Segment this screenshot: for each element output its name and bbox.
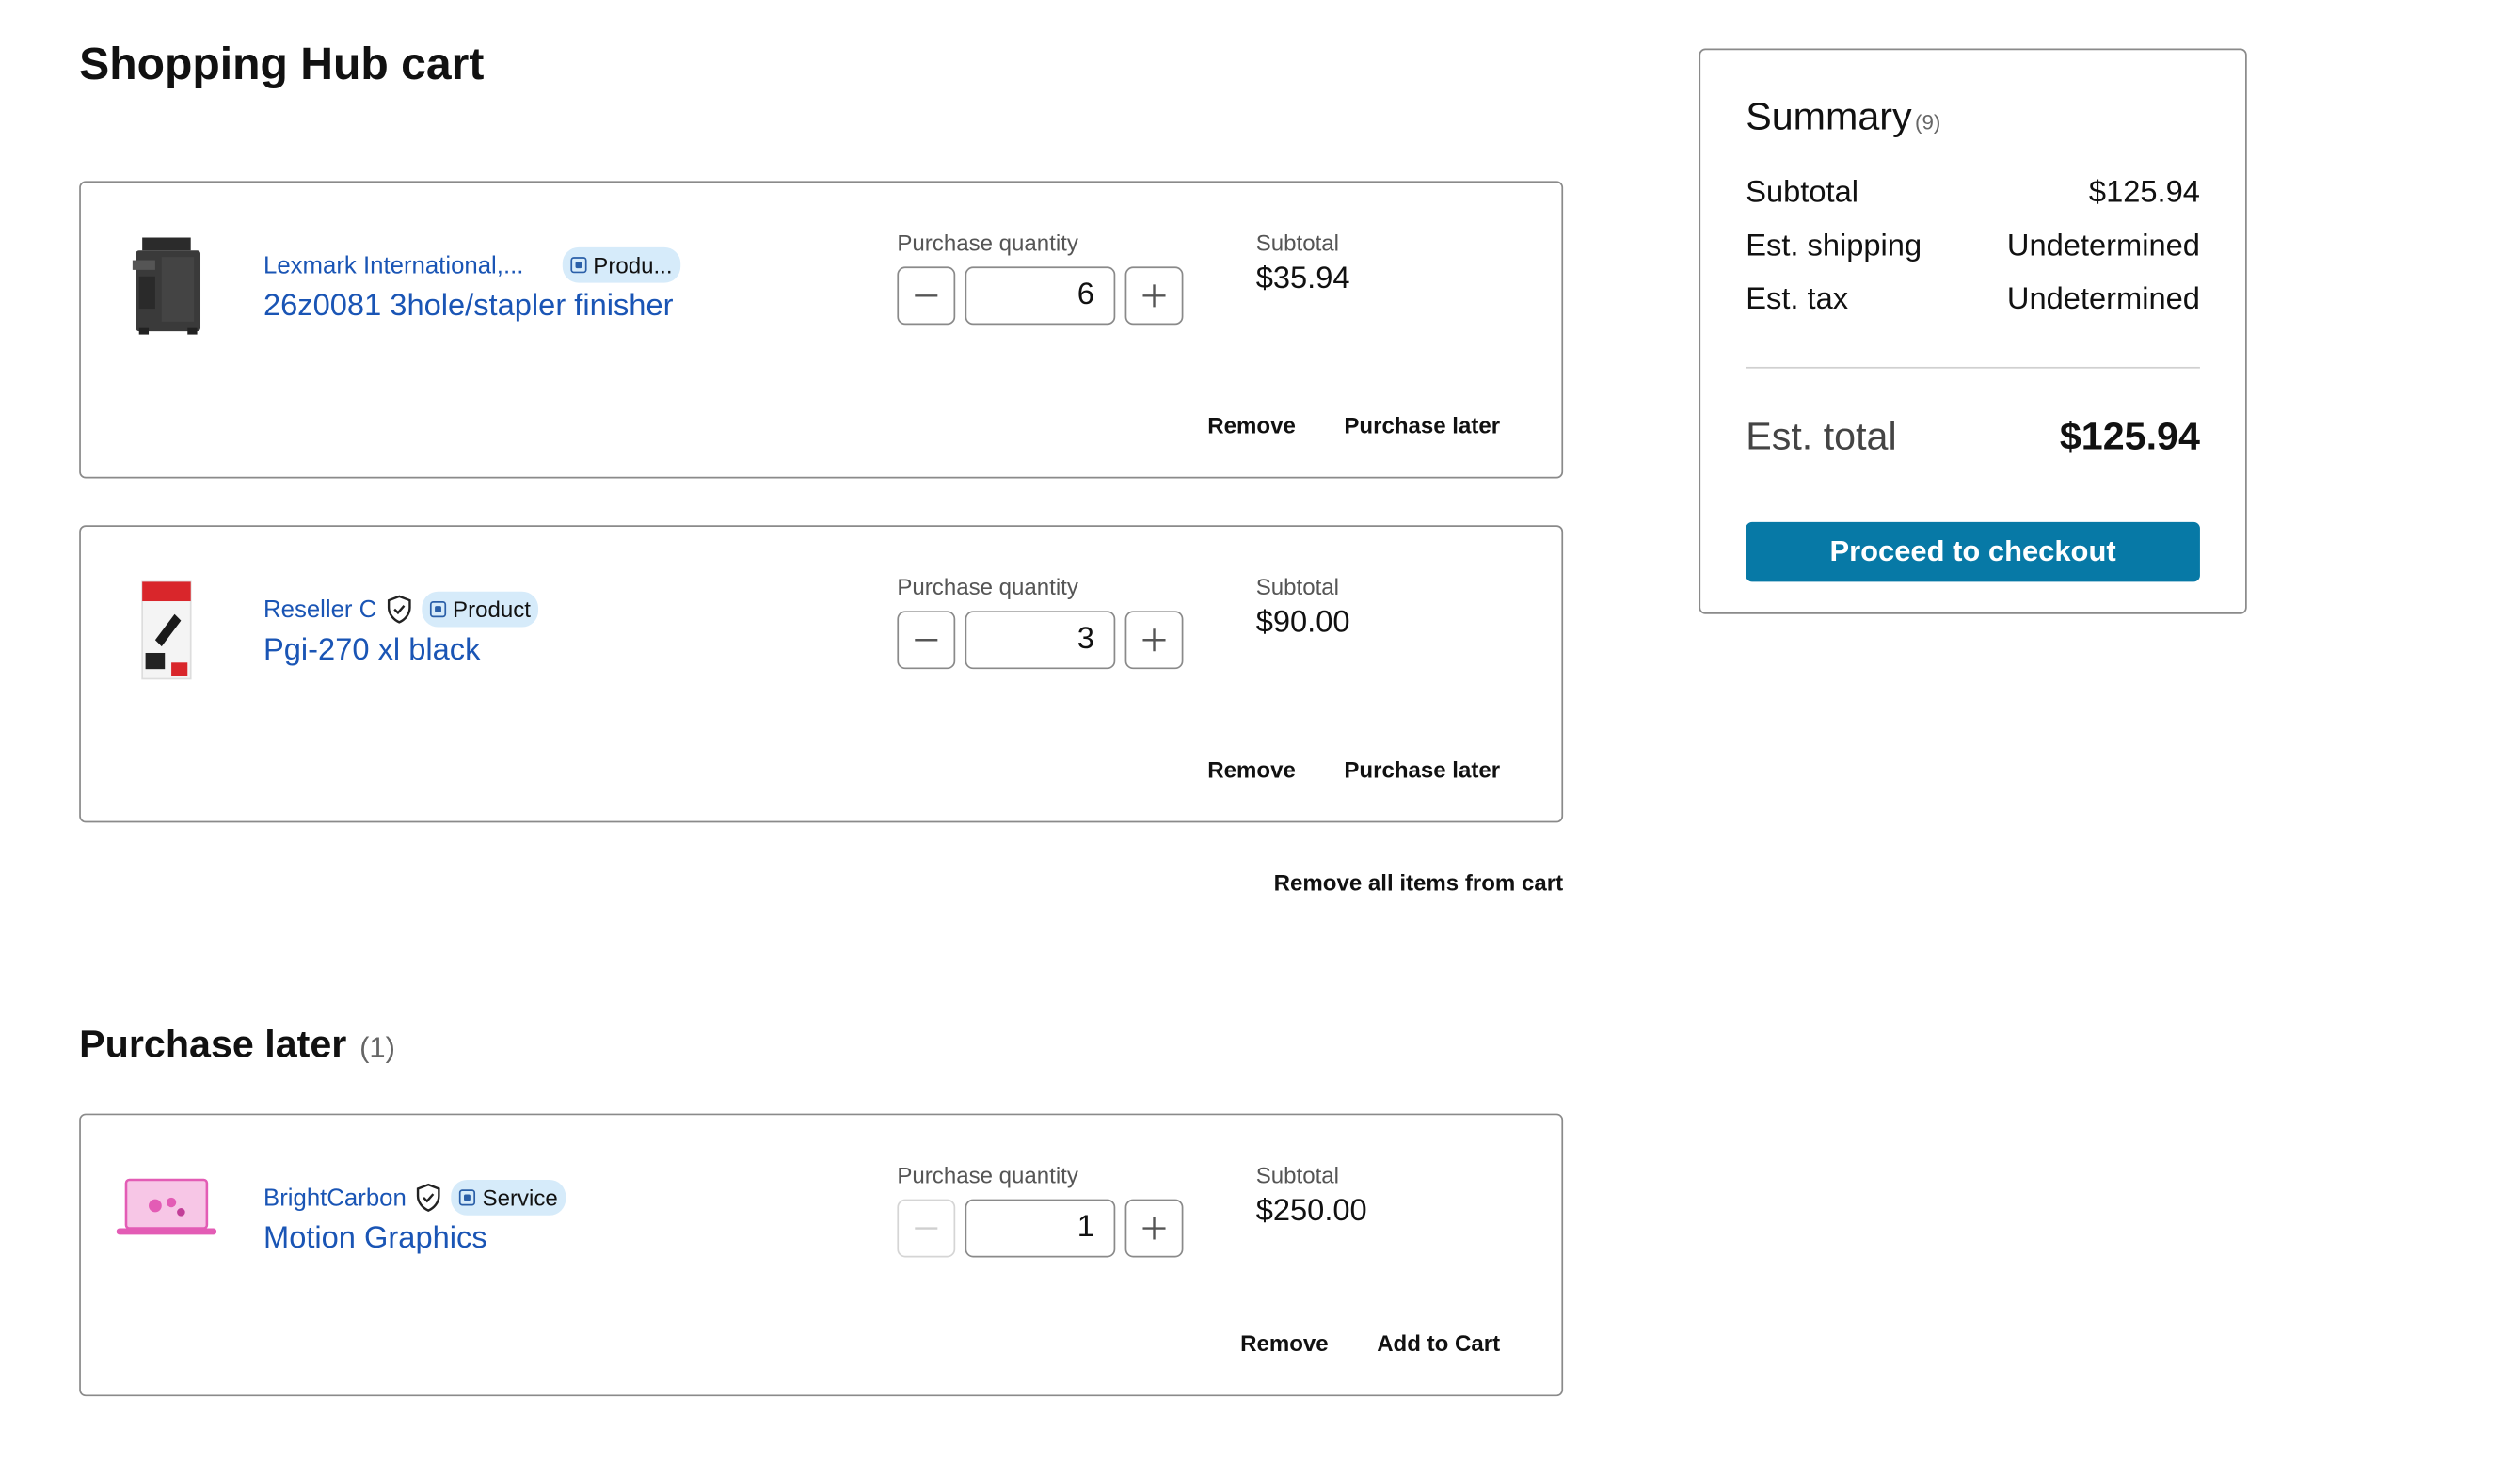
add-to-cart-button[interactable]: Add to Cart [1377, 1330, 1500, 1356]
minus-icon [915, 1227, 938, 1230]
badge-label: Service [482, 1185, 558, 1211]
subtotal-value: $250.00 [1255, 1194, 1367, 1229]
summary-total-value: $125.94 [2059, 415, 2200, 459]
cart-page: Shopping Hub cart Lexmark International,… [0, 0, 2520, 1463]
quantity-stepper: 1 [897, 1199, 1184, 1258]
product-image[interactable] [117, 228, 217, 341]
increase-quantity-button[interactable] [1124, 266, 1184, 326]
product-title-link[interactable]: 26z0081 3hole/stapler finisher [263, 289, 673, 325]
type-badge: Service [451, 1179, 566, 1216]
summary-tax-value: Undetermined [2006, 282, 2200, 317]
item-actions: Remove Purchase later [1207, 412, 1500, 437]
increase-quantity-button[interactable] [1124, 1199, 1184, 1258]
quantity-label: Purchase quantity [897, 229, 1078, 256]
remove-button[interactable]: Remove [1207, 756, 1296, 782]
plus-icon [1142, 1217, 1166, 1240]
badge-label: Produ... [593, 251, 673, 278]
product-title-link[interactable]: Motion Graphics [263, 1222, 487, 1258]
quantity-input[interactable]: 6 [965, 266, 1116, 326]
summary-panel: Summary (9) Subtotal $125.94 Est. shippin… [1699, 48, 2247, 614]
item-actions: Remove Add to Cart [1240, 1330, 1500, 1356]
printer-finisher-icon [132, 237, 201, 335]
summary-title: Summary (9) [1746, 95, 1940, 140]
product-type-icon [429, 601, 447, 618]
summary-count: (9) [1915, 109, 1941, 135]
subtotal-label: Subtotal [1255, 1162, 1339, 1188]
type-badge: Produ... [562, 246, 681, 283]
quantity-input[interactable]: 1 [965, 1199, 1116, 1258]
summary-tax-row: Est. tax Undetermined [1746, 283, 2200, 319]
remove-button[interactable]: Remove [1207, 412, 1296, 437]
summary-shipping-row: Est. shipping Undetermined [1746, 230, 2200, 265]
purchase-later-heading: Purchase later (1) [79, 1023, 395, 1068]
summary-title-text: Summary [1746, 95, 1912, 139]
quantity-label: Purchase quantity [897, 1162, 1078, 1188]
seller-link[interactable]: BrightCarbon [263, 1184, 407, 1211]
laptop-graphics-icon [116, 1178, 217, 1235]
badge-label: Product [453, 596, 531, 623]
purchase-later-button[interactable]: Purchase later [1344, 412, 1500, 437]
proceed-to-checkout-button[interactable]: Proceed to checkout [1746, 521, 2200, 582]
summary-total-row: Est. total $125.94 [1746, 415, 2200, 460]
quantity-stepper: 3 [897, 611, 1184, 670]
decrease-quantity-button[interactable] [897, 1199, 956, 1258]
product-image[interactable] [116, 1164, 217, 1277]
ink-cartridge-icon [141, 580, 192, 680]
plus-icon [1142, 628, 1166, 652]
remove-button[interactable]: Remove [1240, 1330, 1329, 1356]
summary-subtotal-row: Subtotal $125.94 [1746, 176, 2200, 212]
subtotal-label: Subtotal [1255, 229, 1339, 256]
purchase-later-count: (1) [359, 1030, 395, 1064]
decrease-quantity-button[interactable] [897, 266, 956, 326]
minus-icon [915, 294, 938, 297]
verified-shield-icon [417, 1183, 441, 1212]
quantity-label: Purchase quantity [897, 573, 1078, 600]
purchase-later-title: Purchase later [79, 1023, 347, 1067]
service-type-icon [459, 1189, 476, 1206]
purchase-later-button[interactable]: Purchase later [1344, 756, 1500, 782]
summary-divider [1746, 366, 2200, 369]
product-title-link[interactable]: Pgi-270 xl black [263, 633, 480, 669]
decrease-quantity-button[interactable] [897, 611, 956, 670]
summary-shipping-value: Undetermined [2006, 229, 2200, 264]
summary-subtotal-label: Subtotal [1746, 176, 1859, 211]
subtotal-value: $35.94 [1255, 262, 1350, 296]
seller-link[interactable]: Lexmark International,... [263, 251, 523, 278]
quantity-stepper: 6 [897, 266, 1184, 326]
subtotal-label: Subtotal [1255, 573, 1339, 600]
type-badge: Product [422, 591, 539, 628]
summary-total-label: Est. total [1746, 415, 1897, 459]
purchase-later-card: BrightCarbon Service Motion Graphics Pur… [79, 1113, 1564, 1397]
cart-item-card: Reseller C Product Pgi-270 xl black Purc… [79, 525, 1564, 823]
summary-tax-label: Est. tax [1746, 282, 1849, 317]
quantity-input[interactable]: 3 [965, 611, 1116, 670]
verified-shield-icon [387, 595, 411, 624]
item-actions: Remove Purchase later [1207, 756, 1500, 782]
increase-quantity-button[interactable] [1124, 611, 1184, 670]
minus-icon [915, 639, 938, 642]
summary-subtotal-value: $125.94 [2088, 176, 2200, 211]
page-title: Shopping Hub cart [79, 39, 485, 89]
product-image[interactable] [117, 572, 217, 685]
seller-link[interactable]: Reseller C [263, 596, 376, 623]
plus-icon [1142, 284, 1166, 308]
subtotal-value: $90.00 [1255, 606, 1350, 641]
cart-item-card: Lexmark International,... Produ... 26z00… [79, 181, 1564, 479]
product-type-icon [570, 257, 587, 274]
summary-shipping-label: Est. shipping [1746, 229, 1922, 264]
remove-all-button[interactable]: Remove all items from cart [1274, 869, 1563, 895]
